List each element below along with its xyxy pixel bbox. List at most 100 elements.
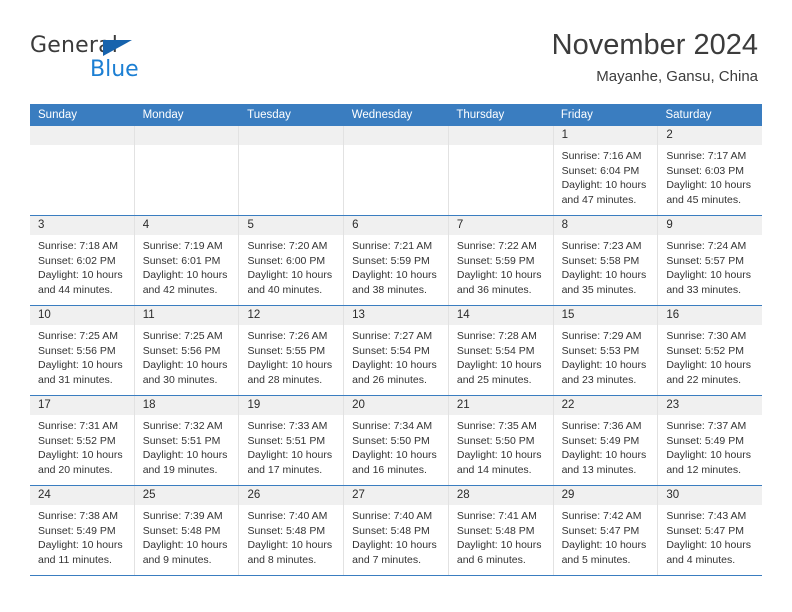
calendar-day-cell[interactable]: 22 Sunrise: 7:36 AM Sunset: 5:49 PM Dayligh… bbox=[553, 396, 659, 485]
sunrise-text: Sunrise: 7:30 AM bbox=[666, 330, 747, 342]
sunset-text: Sunset: 5:47 PM bbox=[666, 524, 744, 537]
sunrise-text: Sunrise: 7:24 AM bbox=[666, 240, 747, 252]
sunrise-text: Sunrise: 7:38 AM bbox=[38, 510, 118, 522]
calendar-week-row: 10 Sunrise: 7:25 AM Sunset: 5:56 PM Dayligh… bbox=[30, 306, 763, 396]
page-title: November 2024 bbox=[551, 29, 758, 61]
daylight-text: Daylight: 10 hours and 9 minutes. bbox=[142, 539, 228, 566]
day-sun-info: Sunrise: 7:23 AM Sunset: 5:58 PM Daylight:… bbox=[554, 235, 658, 297]
calendar-day-cell[interactable]: 11 Sunrise: 7:25 AM Sunset: 5:56 PM Dayligh… bbox=[134, 306, 240, 395]
calendar-day-cell[interactable]: 13 Sunrise: 7:27 AM Sunset: 5:54 PM Dayligh… bbox=[344, 306, 449, 395]
calendar-day-cell[interactable]: 28 Sunrise: 7:41 AM Sunset: 5:48 PM Dayligh… bbox=[448, 486, 554, 575]
calendar-day-cell-empty bbox=[344, 126, 449, 215]
generalblue-logo[interactable]: General Blue bbox=[30, 33, 200, 83]
sunrise-text: Sunrise: 7:20 AM bbox=[247, 240, 328, 252]
calendar-day-cell[interactable]: 12 Sunrise: 7:26 AM Sunset: 5:55 PM Dayligh… bbox=[239, 306, 345, 395]
sunrise-text: Sunrise: 7:29 AM bbox=[561, 330, 642, 342]
daylight-text: Daylight: 10 hours and 8 minutes. bbox=[247, 539, 333, 566]
sunset-text: Sunset: 6:01 PM bbox=[142, 254, 221, 267]
calendar-day-cell[interactable]: 26 Sunrise: 7:40 AM Sunset: 5:48 PM Dayligh… bbox=[239, 486, 345, 575]
calendar-day-cell-empty bbox=[448, 126, 554, 215]
sunset-text: Sunset: 6:00 PM bbox=[247, 254, 326, 267]
daylight-text: Daylight: 10 hours and 26 minutes. bbox=[352, 359, 437, 386]
sunset-text: Sunset: 5:49 PM bbox=[666, 434, 744, 447]
sunrise-text: Sunrise: 7:27 AM bbox=[352, 330, 433, 342]
sunrise-text: Sunrise: 7:22 AM bbox=[456, 240, 537, 252]
day-number: 27 bbox=[344, 486, 448, 505]
sunrise-text: Sunrise: 7:39 AM bbox=[142, 510, 223, 522]
calendar-weeks: 1 Sunrise: 7:16 AM Sunset: 6:04 PM Daylight… bbox=[30, 126, 763, 576]
calendar-day-cell[interactable]: 24 Sunrise: 7:38 AM Sunset: 5:49 PM Dayligh… bbox=[30, 486, 135, 575]
calendar-day-cell[interactable]: 19 Sunrise: 7:33 AM Sunset: 5:51 PM Dayligh… bbox=[239, 396, 345, 485]
calendar-page: General Blue November 2024 Mayanhe, Gans… bbox=[0, 0, 792, 612]
calendar-day-cell[interactable]: 1 Sunrise: 7:16 AM Sunset: 6:04 PM Daylight… bbox=[553, 126, 659, 215]
sunset-text: Sunset: 6:03 PM bbox=[666, 164, 744, 177]
daylight-text: Daylight: 10 hours and 12 minutes. bbox=[666, 449, 751, 476]
day-sun-info: Sunrise: 7:18 AM Sunset: 6:02 PM Daylight:… bbox=[30, 235, 134, 297]
calendar-day-cell[interactable]: 23 Sunrise: 7:37 AM Sunset: 5:49 PM Dayligh… bbox=[658, 396, 763, 485]
page-header: General Blue November 2024 Mayanhe, Gans… bbox=[0, 0, 792, 100]
calendar-week-row: 1 Sunrise: 7:16 AM Sunset: 6:04 PM Daylight… bbox=[30, 126, 763, 216]
daylight-text: Daylight: 10 hours and 5 minutes. bbox=[561, 539, 647, 566]
sunset-text: Sunset: 5:48 PM bbox=[247, 524, 326, 537]
calendar-day-cell[interactable]: 16 Sunrise: 7:30 AM Sunset: 5:52 PM Dayligh… bbox=[658, 306, 763, 395]
sunrise-text: Sunrise: 7:23 AM bbox=[561, 240, 642, 252]
sunset-text: Sunset: 5:59 PM bbox=[456, 254, 535, 267]
daylight-text: Daylight: 10 hours and 42 minutes. bbox=[142, 269, 228, 296]
calendar-day-cell[interactable]: 25 Sunrise: 7:39 AM Sunset: 5:48 PM Dayligh… bbox=[134, 486, 240, 575]
sunset-text: Sunset: 5:53 PM bbox=[561, 344, 640, 357]
calendar-day-cell[interactable]: 4 Sunrise: 7:19 AM Sunset: 6:01 PM Daylight… bbox=[134, 216, 240, 305]
day-number: 14 bbox=[448, 306, 553, 325]
calendar-day-cell[interactable]: 21 Sunrise: 7:35 AM Sunset: 5:50 PM Dayligh… bbox=[448, 396, 554, 485]
calendar-day-cell[interactable]: 27 Sunrise: 7:40 AM Sunset: 5:48 PM Dayligh… bbox=[344, 486, 449, 575]
daylight-text: Daylight: 10 hours and 45 minutes. bbox=[666, 179, 751, 206]
day-sun-info: Sunrise: 7:25 AM Sunset: 5:56 PM Daylight:… bbox=[135, 325, 239, 387]
sunset-text: Sunset: 5:48 PM bbox=[456, 524, 535, 537]
daylight-text: Daylight: 10 hours and 11 minutes. bbox=[38, 539, 123, 566]
calendar-day-cell[interactable]: 18 Sunrise: 7:32 AM Sunset: 5:51 PM Dayligh… bbox=[134, 396, 240, 485]
calendar-day-cell[interactable]: 9 Sunrise: 7:24 AM Sunset: 5:57 PM Daylight… bbox=[658, 216, 763, 305]
sunrise-text: Sunrise: 7:28 AM bbox=[456, 330, 537, 342]
day-number: 24 bbox=[30, 486, 134, 505]
calendar-day-cell[interactable]: 7 Sunrise: 7:22 AM Sunset: 5:59 PM Daylight… bbox=[448, 216, 554, 305]
calendar-day-cell[interactable]: 30 Sunrise: 7:43 AM Sunset: 5:47 PM Dayligh… bbox=[658, 486, 763, 575]
sunrise-text: Sunrise: 7:16 AM bbox=[561, 150, 642, 162]
weekday-monday: Monday bbox=[142, 109, 184, 121]
daylight-text: Daylight: 10 hours and 16 minutes. bbox=[352, 449, 437, 476]
day-number: 17 bbox=[30, 396, 134, 415]
calendar-day-cell[interactable]: 2 Sunrise: 7:17 AM Sunset: 6:03 PM Daylight… bbox=[658, 126, 763, 215]
day-sun-info: Sunrise: 7:26 AM Sunset: 5:55 PM Daylight:… bbox=[239, 325, 343, 387]
day-sun-info: Sunrise: 7:21 AM Sunset: 5:59 PM Daylight:… bbox=[344, 235, 448, 297]
calendar-grid: Sunday Monday Tuesday Wednesday Thursday… bbox=[30, 104, 763, 576]
sunrise-text: Sunrise: 7:17 AM bbox=[666, 150, 747, 162]
page-subtitle: Mayanhe, Gansu, China bbox=[596, 68, 758, 85]
calendar-day-cell[interactable]: 10 Sunrise: 7:25 AM Sunset: 5:56 PM Dayligh… bbox=[30, 306, 135, 395]
sunset-text: Sunset: 5:50 PM bbox=[456, 434, 535, 447]
daylight-text: Daylight: 10 hours and 40 minutes. bbox=[247, 269, 333, 296]
sunset-text: Sunset: 5:56 PM bbox=[142, 344, 221, 357]
day-number: 4 bbox=[134, 216, 239, 235]
sunrise-text: Sunrise: 7:32 AM bbox=[142, 420, 223, 432]
day-number: 15 bbox=[553, 306, 658, 325]
calendar-day-cell[interactable]: 14 Sunrise: 7:28 AM Sunset: 5:54 PM Dayligh… bbox=[448, 306, 554, 395]
calendar-day-cell[interactable]: 20 Sunrise: 7:34 AM Sunset: 5:50 PM Dayligh… bbox=[344, 396, 449, 485]
calendar-day-cell[interactable]: 5 Sunrise: 7:20 AM Sunset: 6:00 PM Daylight… bbox=[239, 216, 345, 305]
day-sun-info: Sunrise: 7:32 AM Sunset: 5:51 PM Daylight:… bbox=[135, 415, 239, 477]
calendar-day-cell[interactable]: 8 Sunrise: 7:23 AM Sunset: 5:58 PM Daylight… bbox=[553, 216, 659, 305]
sunset-text: Sunset: 5:49 PM bbox=[38, 524, 116, 537]
calendar-day-cell[interactable]: 6 Sunrise: 7:21 AM Sunset: 5:59 PM Daylight… bbox=[344, 216, 449, 305]
sunrise-text: Sunrise: 7:37 AM bbox=[666, 420, 747, 432]
sunrise-text: Sunrise: 7:36 AM bbox=[561, 420, 642, 432]
sunset-text: Sunset: 5:58 PM bbox=[561, 254, 640, 267]
daylight-text: Daylight: 10 hours and 33 minutes. bbox=[666, 269, 751, 296]
calendar-day-cell-empty bbox=[134, 126, 240, 215]
calendar-day-cell[interactable]: 15 Sunrise: 7:29 AM Sunset: 5:53 PM Dayligh… bbox=[553, 306, 659, 395]
calendar-day-cell[interactable]: 29 Sunrise: 7:42 AM Sunset: 5:47 PM Dayligh… bbox=[553, 486, 659, 575]
daylight-text: Daylight: 10 hours and 13 minutes. bbox=[561, 449, 647, 476]
day-number: 23 bbox=[658, 396, 763, 415]
calendar-day-cell[interactable]: 17 Sunrise: 7:31 AM Sunset: 5:52 PM Dayligh… bbox=[30, 396, 135, 485]
day-number: 18 bbox=[134, 396, 239, 415]
triangle-icon bbox=[103, 40, 132, 56]
calendar-day-cell[interactable]: 3 Sunrise: 7:18 AM Sunset: 6:02 PM Daylight… bbox=[30, 216, 135, 305]
sunrise-text: Sunrise: 7:19 AM bbox=[142, 240, 223, 252]
sunrise-text: Sunrise: 7:25 AM bbox=[142, 330, 223, 342]
